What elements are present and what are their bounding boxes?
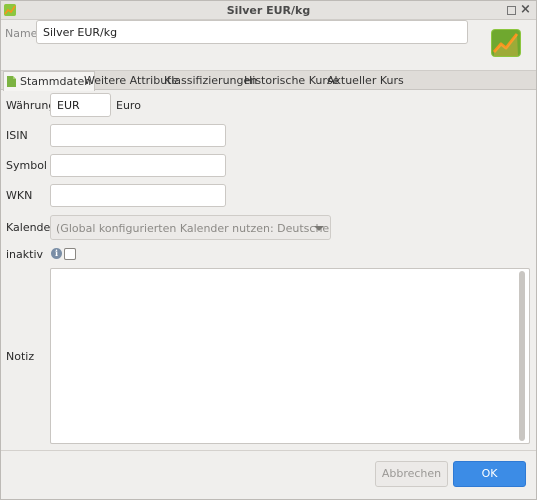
tab-aktueller-kurs[interactable]: Aktueller Kurs: [324, 71, 407, 90]
currency-field[interactable]: EUR: [50, 93, 111, 117]
calendar-label: Kalender: [6, 221, 55, 234]
portfolio-chart-icon: [491, 29, 521, 57]
chevron-down-icon: [314, 226, 324, 231]
note-scrollbar[interactable]: [519, 271, 525, 441]
ok-button[interactable]: OK: [453, 461, 526, 487]
note-textarea[interactable]: [50, 268, 530, 444]
currency-name: Euro: [116, 99, 141, 112]
wkn-input[interactable]: [50, 184, 226, 207]
currency-label: Währung: [6, 99, 56, 112]
document-icon: [7, 76, 16, 87]
title-bar[interactable]: Silver EUR/kg ×: [1, 1, 536, 20]
name-input[interactable]: Silver EUR/kg: [36, 20, 468, 44]
isin-label: ISIN: [6, 129, 28, 142]
wkn-label: WKN: [6, 189, 33, 202]
calendar-select[interactable]: (Global konfigurierten Kalender nutzen: …: [50, 215, 331, 240]
dialog-window: Silver EUR/kg × Name Silver EUR/kg Stamm…: [0, 0, 537, 500]
footer-divider: [1, 450, 536, 451]
symbol-input[interactable]: [50, 154, 226, 177]
maximize-button[interactable]: [507, 6, 516, 15]
inactive-label: inaktiv: [6, 248, 44, 261]
cancel-button[interactable]: Abbrechen: [375, 461, 448, 487]
calendar-value: (Global konfigurierten Kalender nutzen: …: [56, 222, 330, 235]
isin-input[interactable]: [50, 124, 226, 147]
symbol-label: Symbol: [6, 159, 47, 172]
inactive-checkbox[interactable]: [64, 248, 76, 260]
name-label: Name: [5, 27, 38, 40]
info-icon[interactable]: i: [51, 248, 62, 259]
window-title: Silver EUR/kg: [226, 4, 311, 17]
tab-label: Aktueller Kurs: [327, 74, 404, 87]
close-button[interactable]: ×: [519, 3, 532, 17]
note-label: Notiz: [6, 350, 35, 363]
tab-bar: Stammdaten Weitere Attribute Klassifizie…: [1, 70, 536, 91]
